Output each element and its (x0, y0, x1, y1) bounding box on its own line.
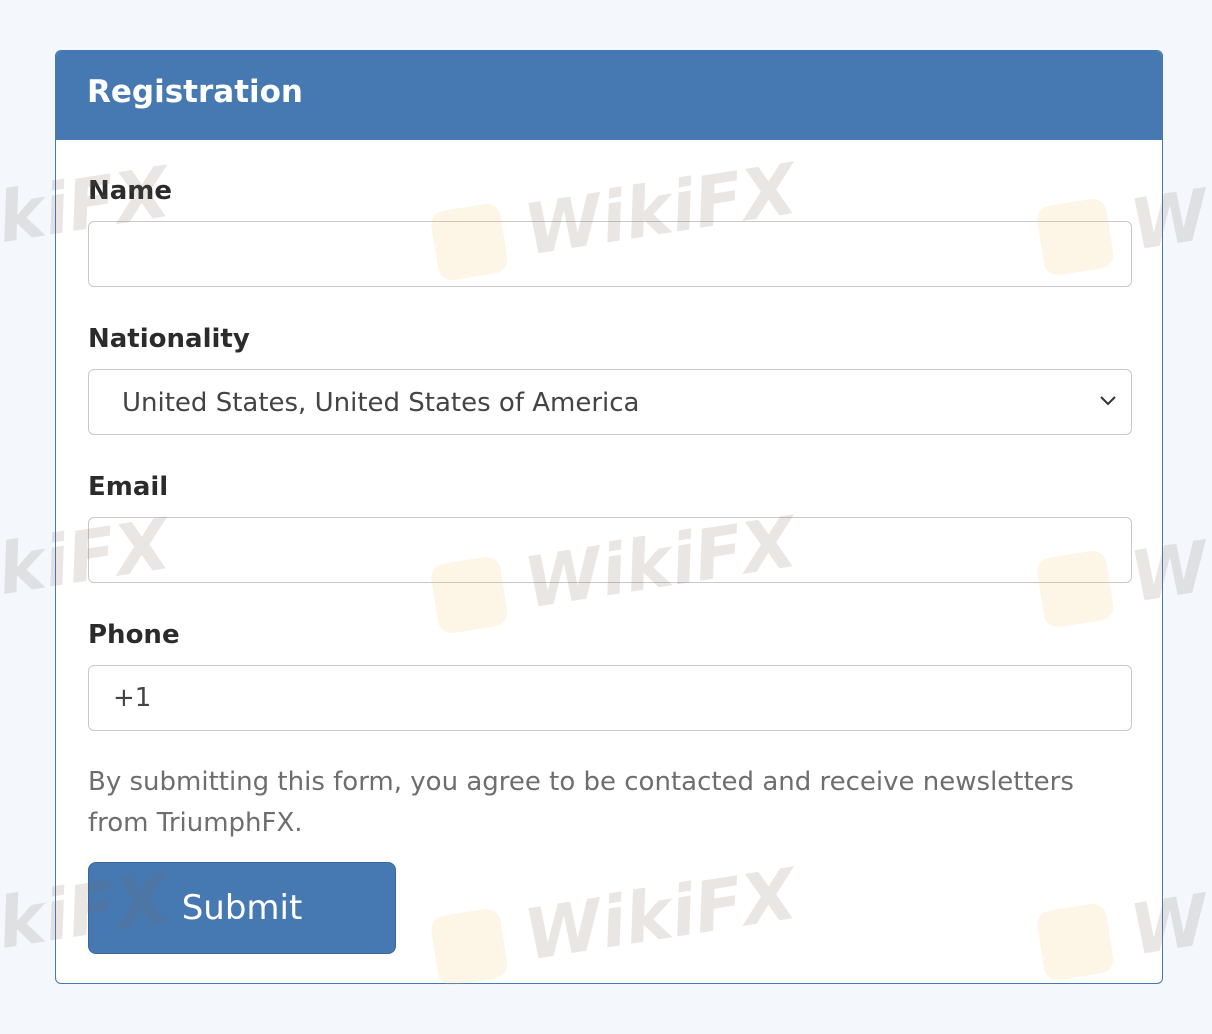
consent-notice: By submitting this form, you agree to be… (88, 767, 1074, 838)
nationality-label: Nationality (88, 324, 250, 354)
submit-button[interactable]: Submit (88, 862, 396, 954)
page: { "form": { "title": "Registration", "na… (0, 0, 1212, 1034)
card-title: Registration (87, 74, 304, 110)
chevron-down-icon (1100, 396, 1116, 406)
name-input[interactable] (88, 221, 1132, 287)
phone-label: Phone (88, 620, 180, 650)
registration-card: Registration Name Nationality United Sta… (55, 50, 1163, 984)
phone-prefix-value: +1 (113, 683, 152, 713)
phone-input[interactable]: +1 (88, 665, 1132, 731)
email-input[interactable] (88, 517, 1132, 583)
nationality-select[interactable]: United States, United States of America (88, 369, 1132, 435)
card-header: Registration (56, 51, 1162, 140)
name-label: Name (88, 176, 173, 206)
nationality-selected-value: United States, United States of America (122, 388, 640, 418)
email-label: Email (88, 472, 169, 502)
